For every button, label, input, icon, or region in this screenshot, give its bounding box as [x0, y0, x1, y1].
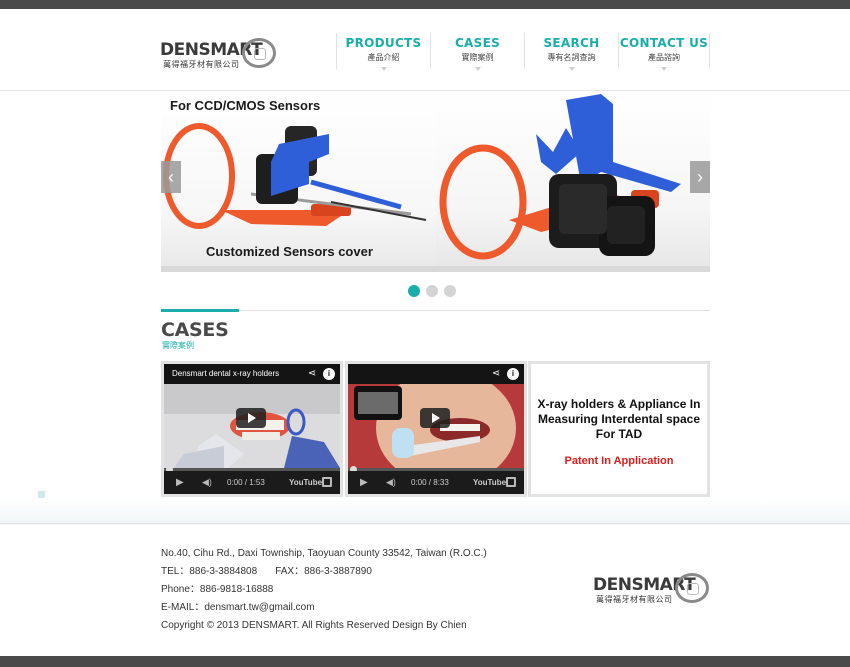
play-button[interactable] — [236, 408, 266, 428]
nav-label: CASES — [454, 36, 501, 50]
nav-label: CONTACT US — [619, 36, 709, 50]
info-icon[interactable]: i — [323, 368, 335, 380]
patent-status: Patent In Application — [564, 455, 674, 467]
section-divider — [161, 310, 710, 311]
video-time: 0:00 / 8:33 — [411, 478, 449, 487]
play-icon[interactable]: ▶ — [360, 471, 368, 494]
bottom-bar — [0, 656, 850, 667]
slider-dots — [408, 285, 456, 297]
nav-item-products[interactable]: PRODUCTS 產品介紹 — [336, 33, 430, 71]
chevron-left-icon[interactable]: ‹ — [161, 161, 181, 193]
nav-item-cases[interactable]: CASES 實際案例 — [430, 33, 524, 71]
case-card-line-1: X-ray holders & Appliance In — [537, 397, 701, 411]
caret-down-icon — [661, 67, 667, 71]
fullscreen-icon[interactable] — [506, 477, 516, 487]
video-player[interactable]: ⋖ i ▶ ◀) 0:00 / 8:33 YouTube — [348, 364, 524, 494]
section-divider-accent — [161, 309, 239, 312]
hero-slider[interactable]: For CCD/CMOS Sensors Customized Sensors … — [161, 92, 710, 272]
nav-item-contact-us[interactable]: CONTACT US 產品諮詢 — [618, 33, 710, 71]
youtube-logo[interactable]: YouTube — [473, 471, 506, 494]
nav-label: PRODUCTS — [345, 36, 422, 50]
cases-title: CASES — [161, 319, 229, 341]
case-card-line-2: Measuring Interdental space — [537, 412, 701, 426]
case-card-video-2: ⋖ i ▶ ◀) 0:00 / 8:33 YouTube — [345, 361, 527, 497]
footer-contact: No.40, Cihu Rd., Daxi Township, Taoyuan … — [161, 545, 487, 635]
slide-heading: For CCD/CMOS Sensors — [170, 98, 321, 113]
slide-caption: Customized Sensors cover — [206, 244, 373, 259]
caret-down-icon — [568, 67, 575, 71]
fullscreen-icon[interactable] — [322, 477, 332, 487]
main-nav: PRODUCTS 產品介紹 CASES 實際案例 SEARCH 專有名詞查詢 C… — [336, 33, 710, 71]
video-player[interactable]: Densmart dental x-ray holders ⋖ i ▶ ◀) 0… — [164, 364, 340, 494]
share-icon[interactable]: ⋖ — [306, 368, 318, 380]
footer-email[interactable]: E-MAIL：densmart.tw@gmail.com — [161, 599, 487, 617]
youtube-logo[interactable]: YouTube — [289, 471, 322, 494]
case-card-line-3: For TAD — [595, 427, 643, 441]
footer-fax: FAX：886-3-3887890 — [275, 566, 372, 577]
nav-label: SEARCH — [543, 36, 600, 50]
logo-subtitle: 萬得福牙材有限公司 — [163, 60, 240, 69]
video-time: 0:00 / 1:53 — [227, 478, 265, 487]
share-icon[interactable]: ⋖ — [490, 368, 502, 380]
footer-phone: Phone：886-9818-16888 — [161, 584, 274, 595]
footer-divider — [0, 523, 850, 524]
cases-subtitle: 實際案例 — [162, 341, 194, 350]
footer-tel: TEL：886-3-3884808 — [161, 566, 258, 577]
play-icon[interactable]: ▶ — [176, 471, 184, 494]
volume-icon[interactable]: ◀) — [202, 471, 212, 494]
nav-sublabel: 專有名詞查詢 — [547, 53, 596, 62]
logo-magnifier-icon — [675, 573, 709, 603]
logo-magnifier-icon — [242, 38, 276, 68]
info-icon[interactable]: i — [507, 368, 519, 380]
chevron-right-icon[interactable]: › — [690, 161, 710, 193]
slider-dot-3[interactable] — [444, 285, 456, 297]
caret-down-icon — [380, 67, 387, 71]
nav-sublabel: 產品諮詢 — [648, 53, 680, 62]
case-card-content: X-ray holders & Appliance In Measuring I… — [531, 364, 707, 494]
page: DENSMART 萬得福牙材有限公司 PRODUCTS 產品介紹 CASES 實… — [0, 0, 850, 667]
footer-copyright: Copyright © 2013 DENSMART. All Rights Re… — [161, 620, 467, 631]
nav-sublabel: 產品介紹 — [367, 53, 400, 62]
nav-item-search[interactable]: SEARCH 專有名詞查詢 — [524, 33, 618, 71]
case-card-video-1: Densmart dental x-ray holders ⋖ i ▶ ◀) 0… — [161, 361, 343, 497]
site-logo[interactable]: DENSMART 萬得福牙材有限公司 — [160, 36, 278, 72]
case-card-title: X-ray holders & Appliance In Measuring I… — [531, 397, 707, 442]
volume-icon[interactable]: ◀) — [386, 471, 396, 494]
header-divider — [0, 90, 850, 91]
slider-dot-1[interactable] — [408, 285, 420, 297]
footer-logo[interactable]: DENSMART 萬得福牙材有限公司 — [593, 571, 713, 607]
case-card-text[interactable]: X-ray holders & Appliance In Measuring I… — [528, 361, 710, 497]
top-bar — [0, 0, 850, 9]
caret-down-icon — [474, 67, 481, 71]
video-controls: ▶ ◀) 0:00 / 1:53 YouTube — [164, 471, 340, 494]
sensor-holders-image — [163, 94, 681, 260]
logo-subtitle: 萬得福牙材有限公司 — [596, 595, 673, 604]
decorative-square — [38, 491, 45, 498]
nav-sublabel: 實際案例 — [461, 53, 494, 62]
footer-gradient — [0, 500, 850, 525]
footer-address: No.40, Cihu Rd., Daxi Township, Taoyuan … — [161, 548, 487, 559]
slider-track — [161, 266, 710, 272]
footer-tel-fax: TEL：886-3-3884808 FAX：886-3-3887890 — [161, 563, 487, 581]
slider-dot-2[interactable] — [426, 285, 438, 297]
play-button[interactable] — [420, 408, 450, 428]
video-controls: ▶ ◀) 0:00 / 8:33 YouTube — [348, 471, 524, 494]
